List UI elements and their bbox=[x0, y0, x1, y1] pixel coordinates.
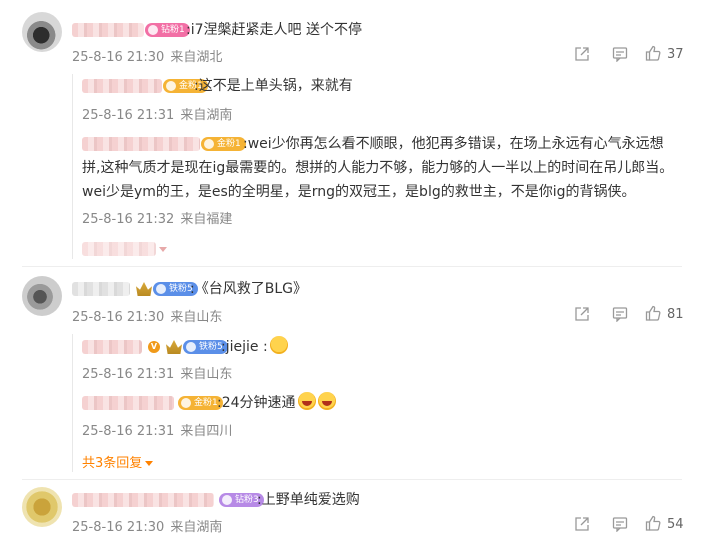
username-blurred[interactable] bbox=[82, 79, 162, 93]
comment-icon[interactable] bbox=[612, 516, 628, 532]
collapsed-replies-blurred[interactable] bbox=[82, 242, 156, 256]
comment-text: :《台风救了BLG》 bbox=[190, 281, 307, 297]
fan-badge-icon bbox=[156, 284, 166, 294]
username-blurred[interactable] bbox=[82, 340, 142, 354]
reply-location: 来自福建 bbox=[180, 212, 233, 227]
fan-badge-icon bbox=[181, 398, 191, 408]
verified-badge: V bbox=[148, 341, 160, 353]
crown-icon bbox=[166, 340, 182, 354]
fan-badge-label: 铁粉5 bbox=[199, 342, 223, 352]
comment-icon[interactable] bbox=[612, 306, 628, 322]
fan-badge-icon bbox=[166, 81, 176, 91]
comment-location: 来自湖北 bbox=[170, 50, 223, 65]
comment-icon[interactable] bbox=[612, 46, 628, 62]
like-count: 81 bbox=[667, 307, 684, 322]
more-replies-link[interactable]: 共3条回复 bbox=[82, 452, 154, 471]
reply-meta: 25-8-16 21:31 来自湖南 bbox=[82, 104, 232, 123]
reply-text: :24分钟速通 bbox=[217, 391, 336, 415]
reply-meta: 25-8-16 21:31 来自四川 bbox=[82, 420, 232, 439]
reply-date: 25-8-16 21:31 bbox=[82, 108, 175, 123]
reply-date: 25-8-16 21:32 bbox=[82, 212, 175, 227]
username-blurred[interactable] bbox=[72, 493, 214, 507]
chevron-down-icon bbox=[145, 461, 154, 466]
share-icon[interactable] bbox=[574, 306, 590, 322]
divider bbox=[22, 479, 682, 480]
share-icon[interactable] bbox=[574, 46, 590, 62]
like-count: 37 bbox=[667, 47, 684, 62]
reply-text: :jiejie : bbox=[221, 335, 288, 359]
emoji-icon bbox=[269, 336, 288, 354]
comment-meta: 25-8-16 21:30 来自湖南 bbox=[72, 516, 222, 535]
comment-text: :上野单纯爱选购 bbox=[257, 492, 360, 508]
laughing-emoji-icon bbox=[317, 392, 336, 410]
reply-text: :这不是上单头锅，来就有 bbox=[194, 78, 353, 94]
reply-text-content: :jiejie : bbox=[221, 339, 268, 355]
username-blurred[interactable] bbox=[82, 396, 174, 410]
comment-text: :i7涅槃赶紧走人吧 送个不停 bbox=[186, 22, 362, 38]
fan-badge-label: 金粉1 bbox=[194, 398, 218, 408]
comment-meta: 25-8-16 21:30 来自湖北 bbox=[72, 46, 222, 65]
reply-text: :wei少你再怎么看不顺眼，他犯再多错误，在场上永远有心气永远想拼,这种气质才是… bbox=[82, 136, 674, 200]
share-icon[interactable] bbox=[574, 516, 590, 532]
thumbs-up-icon[interactable] bbox=[645, 305, 661, 321]
comment-location: 来自山东 bbox=[170, 310, 223, 325]
reply-date: 25-8-16 21:31 bbox=[82, 424, 175, 439]
crown-icon bbox=[136, 282, 152, 296]
username-blurred[interactable] bbox=[72, 282, 130, 296]
comment-meta: 25-8-16 21:30 来自山东 bbox=[72, 306, 222, 325]
chevron-down-icon bbox=[159, 247, 167, 252]
reply-text-content: :24分钟速通 bbox=[217, 395, 296, 411]
more-replies-label: 共3条回复 bbox=[82, 456, 143, 471]
fan-badge-icon bbox=[222, 495, 232, 505]
divider bbox=[22, 266, 682, 267]
avatar[interactable] bbox=[22, 12, 62, 52]
avatar[interactable] bbox=[22, 276, 62, 316]
thumbs-up-icon[interactable] bbox=[645, 45, 661, 61]
fan-badge-icon bbox=[148, 25, 158, 35]
comment-location: 来自湖南 bbox=[170, 520, 223, 535]
like-count: 54 bbox=[667, 517, 684, 532]
reply-thread-line bbox=[72, 74, 73, 259]
comment-date: 25-8-16 21:30 bbox=[72, 520, 165, 535]
reply-meta: 25-8-16 21:32 来自福建 bbox=[82, 208, 232, 227]
fan-badge: 钻粉1 bbox=[145, 23, 190, 37]
username-blurred[interactable] bbox=[72, 23, 144, 37]
thumbs-up-icon[interactable] bbox=[645, 515, 661, 531]
reply-location: 来自山东 bbox=[180, 367, 233, 382]
reply-location: 来自四川 bbox=[180, 424, 233, 439]
reply-location: 来自湖南 bbox=[180, 108, 233, 123]
fan-badge-label: 钻粉1 bbox=[161, 25, 185, 35]
reply-date: 25-8-16 21:31 bbox=[82, 367, 175, 382]
laughing-emoji-icon bbox=[297, 392, 316, 410]
avatar[interactable] bbox=[22, 487, 62, 527]
fan-badge-icon bbox=[186, 342, 196, 352]
fan-badge-label: 钻粉3 bbox=[235, 495, 259, 505]
reply-meta: 25-8-16 21:31 来自山东 bbox=[82, 363, 232, 382]
reply-thread-line bbox=[72, 334, 73, 472]
comment-date: 25-8-16 21:30 bbox=[72, 310, 165, 325]
comment-date: 25-8-16 21:30 bbox=[72, 50, 165, 65]
